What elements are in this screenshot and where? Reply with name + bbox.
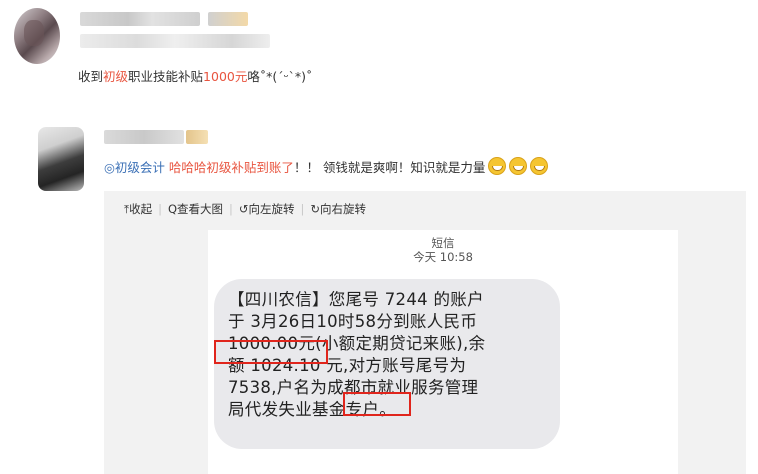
post-text-highlight: 1000元 — [203, 69, 248, 84]
reply-username-blurred[interactable] — [104, 130, 184, 144]
grin-emoji-icon — [488, 157, 507, 175]
topic-tag-icon: ◎ — [104, 160, 115, 175]
city-highlight-box — [343, 392, 411, 416]
rotate-left-button[interactable]: ↺向左旋转 — [239, 202, 295, 216]
collapse-button[interactable]: ⤒收起 — [124, 202, 152, 216]
sms-header: 短信 今天 10:58 — [208, 236, 678, 264]
reply-badge-blurred — [186, 130, 208, 144]
image-toolbar: ⤒收起 | Q查看大图 | ↺向左旋转 | ↻向右旋转 — [124, 201, 372, 217]
post-text-part: 咯˚*(ˊᵕˋ*)˚ — [247, 69, 313, 84]
user-avatar[interactable] — [14, 8, 60, 64]
grin-emoji-icon — [509, 157, 528, 175]
grin-emoji-icon — [530, 157, 549, 175]
post-text-part: 职业技能补贴 — [128, 69, 204, 84]
sms-time: 今天 10:58 — [413, 250, 473, 264]
view-large-button[interactable]: Q查看大图 — [168, 202, 223, 216]
sms-line: 【四川农信】您尾号 7244 的账户 — [228, 290, 484, 309]
sms-text: (小额定期贷记来账),余 — [315, 334, 486, 353]
reply-highlight-text: 哈哈哈初级补贴到账了 — [168, 160, 294, 175]
reply-text: ◎初级会计 哈哈哈初级补贴到账了！！ 领钱就是爽啊！知识就是力量 — [104, 157, 549, 176]
post-text-part: 收到 — [78, 69, 104, 84]
reply-avatar[interactable] — [38, 127, 84, 191]
toolbar-divider: | — [300, 202, 305, 216]
sms-title: 短信 — [431, 236, 455, 250]
post-text: 收到初级职业技能补贴1000元咯˚*(ˊᵕˋ*)˚ — [78, 66, 312, 85]
meta-blurred — [80, 34, 270, 48]
sms-text: 7538,户名为 — [228, 378, 328, 397]
sms-line: 于 3月26日10时58分到账人民币 — [228, 312, 478, 331]
reply-body-text: ！！ 领钱就是爽啊！知识就是力量 — [293, 160, 486, 175]
username-blurred[interactable] — [80, 12, 200, 26]
post-text-highlight: 初级 — [103, 69, 129, 84]
amount-highlight-box — [214, 340, 328, 364]
topic-tag[interactable]: ◎初级会计 — [104, 160, 165, 175]
rotate-right-button[interactable]: ↻向右旋转 — [310, 202, 366, 216]
toolbar-divider: | — [158, 202, 162, 216]
topic-tag-label: 初级会计 — [114, 160, 165, 175]
username-badge-blurred — [208, 12, 248, 26]
toolbar-divider: | — [229, 202, 233, 216]
